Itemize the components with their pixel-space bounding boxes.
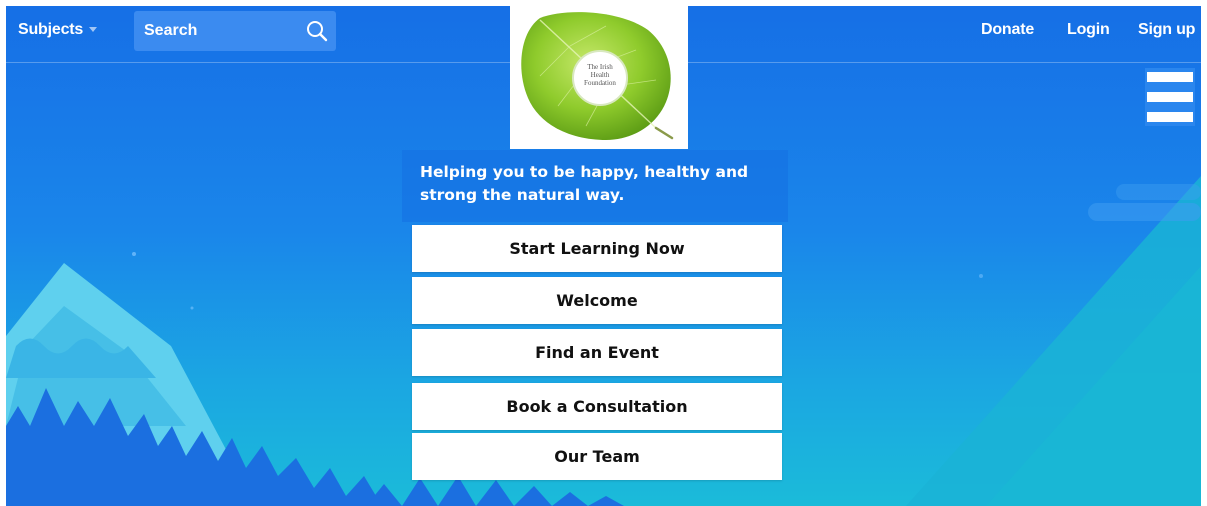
welcome-button[interactable]: Welcome [412, 277, 782, 324]
hamburger-menu-icon[interactable] [1145, 68, 1195, 126]
signup-link[interactable]: Sign up [1138, 21, 1195, 39]
menu-bar [1147, 72, 1193, 82]
search-placeholder: Search [144, 22, 198, 39]
logo-text-line: Foundation [584, 79, 616, 87]
logo[interactable]: The Irish Health Foundation [510, 6, 688, 149]
our-team-button[interactable]: Our Team [412, 433, 782, 480]
logo-text-line: Health [590, 71, 610, 79]
logo-text: The Irish Health Foundation [576, 63, 624, 87]
subjects-label: Subjects [18, 21, 84, 38]
search-input[interactable]: Search [134, 11, 336, 51]
book-consultation-button[interactable]: Book a Consultation [412, 383, 782, 430]
menu-bar [1147, 112, 1193, 122]
donate-link[interactable]: Donate [981, 21, 1034, 39]
find-event-button[interactable]: Find an Event [412, 329, 782, 376]
login-link[interactable]: Login [1067, 21, 1110, 39]
tagline-panel: Helping you to be happy, healthy and str… [402, 150, 788, 222]
subjects-dropdown[interactable]: Subjects [18, 21, 98, 39]
tagline-text: Helping you to be happy, healthy and str… [420, 163, 749, 204]
menu-bar [1147, 92, 1193, 102]
search-icon[interactable] [306, 20, 328, 42]
caret-down-icon [89, 27, 98, 33]
page-background: Subjects Search Donate Login Sign up The… [6, 6, 1201, 506]
logo-text-line: The Irish [587, 63, 613, 71]
start-learning-button[interactable]: Start Learning Now [412, 225, 782, 272]
